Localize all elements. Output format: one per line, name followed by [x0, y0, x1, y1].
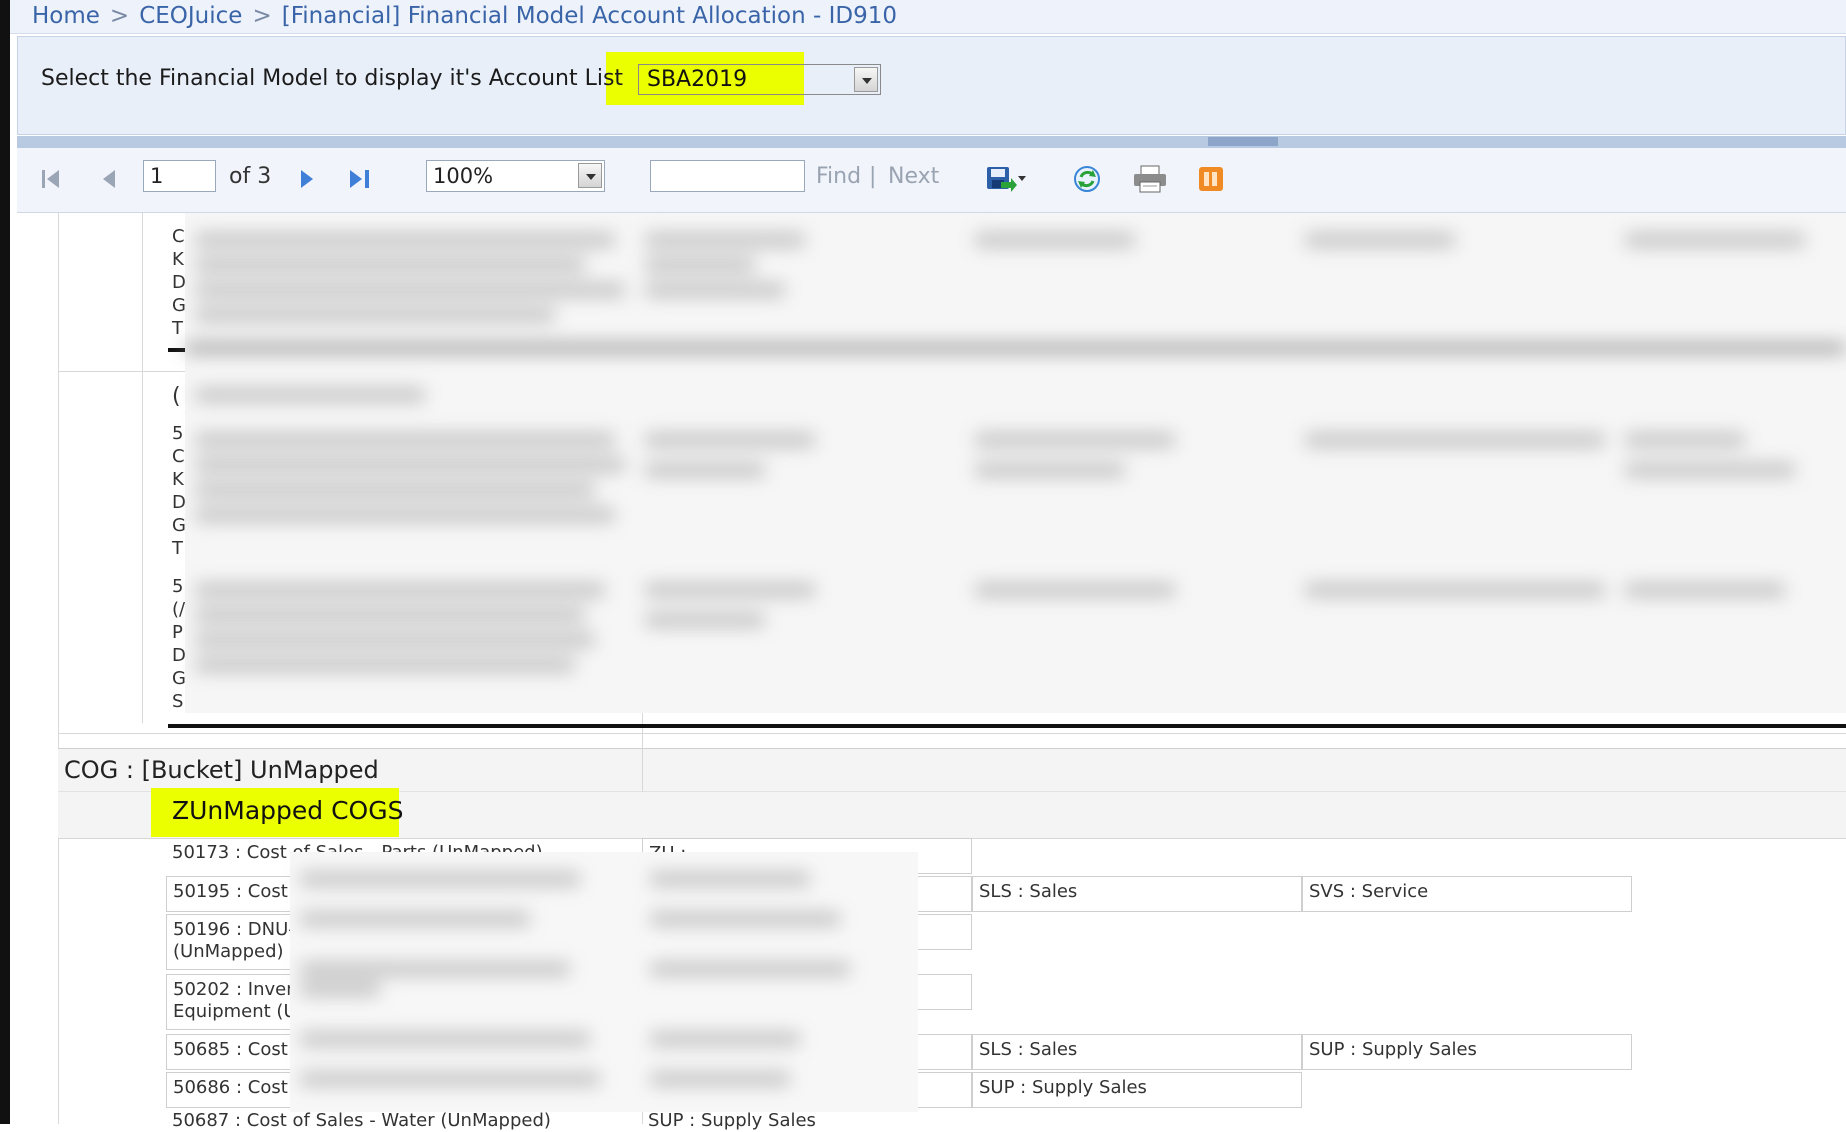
breadcrumb-current-page: [Financial] Financial Model Account Allo… — [281, 3, 897, 29]
find-separator: | — [869, 164, 877, 189]
account-letter: G — [172, 295, 186, 316]
account-letter: 5 — [172, 423, 184, 444]
grid-line — [142, 213, 143, 723]
splitter-grip-icon[interactable] — [1208, 137, 1278, 146]
previous-page-icon[interactable] — [95, 164, 125, 194]
mapping-value: SUP : Supply Sales — [648, 1110, 816, 1131]
mapping-cell: SUP : Supply Sales — [1302, 1034, 1632, 1070]
account-letter: (/ — [172, 599, 186, 620]
page-count: of 3 — [229, 164, 272, 189]
breadcrumb-separator: > — [109, 3, 130, 29]
financial-model-label: Select the Financial Model to display it… — [41, 66, 624, 91]
account-letter: K — [172, 469, 184, 490]
refresh-icon[interactable] — [1072, 164, 1102, 194]
account-letter: D — [172, 645, 186, 666]
zoom-select[interactable]: 100% — [426, 160, 605, 192]
grid-line — [58, 733, 1846, 734]
account-code: 50687 : Cost of Sales - Water (UnMapped) — [172, 1110, 551, 1131]
breadcrumb: Home > CEOJuice > [Financial] Financial Mode… — [10, 0, 1846, 34]
chevron-down-icon[interactable] — [578, 163, 602, 188]
bucket-label: COG : [Bucket] UnMapped — [64, 756, 379, 784]
mapping-cell: SLS : Sales — [972, 1034, 1302, 1070]
breadcrumb-app-link[interactable]: CEOJuice — [139, 3, 242, 29]
account-letter: ( — [172, 384, 181, 409]
account-letter: D — [172, 492, 186, 513]
print-icon[interactable] — [1132, 164, 1168, 194]
account-letter: T — [172, 318, 183, 339]
financial-model-select[interactable]: SBA2019 — [638, 64, 881, 95]
financial-model-value: SBA2019 — [647, 67, 748, 92]
mapping-cell: SUP : Supply Sales — [972, 1072, 1302, 1108]
zoom-value: 100% — [433, 164, 494, 188]
window-left-edge — [0, 0, 10, 1124]
data-feed-icon[interactable] — [1196, 164, 1226, 194]
account-letter: G — [172, 515, 186, 536]
redacted-content — [290, 852, 918, 1112]
mapping-cell: SLS : Sales — [972, 876, 1302, 912]
account-letter: S — [172, 691, 184, 712]
find-input[interactable] — [650, 160, 805, 192]
breadcrumb-home-link[interactable]: Home — [32, 3, 100, 29]
account-letter: 5 — [172, 576, 184, 597]
last-page-icon[interactable] — [344, 164, 374, 194]
mapping-cell: SVS : Service — [1302, 876, 1632, 912]
group-label: ZUnMapped COGS — [172, 796, 404, 825]
account-letter: C — [172, 226, 185, 247]
account-letter: T — [172, 538, 183, 559]
account-letter: C — [172, 446, 185, 467]
next-page-icon[interactable] — [292, 164, 322, 194]
grid-line — [58, 213, 59, 1124]
account-letter: D — [172, 272, 186, 293]
parameter-splitter[interactable] — [17, 136, 1846, 148]
find-link[interactable]: Find — [816, 164, 861, 189]
account-letter: P — [172, 622, 183, 643]
account-letter: K — [172, 249, 184, 270]
next-link[interactable]: Next — [888, 164, 939, 189]
account-letter: G — [172, 668, 186, 689]
page-number-input[interactable]: 1 — [143, 160, 216, 192]
breadcrumb-separator: > — [252, 3, 272, 29]
export-save-icon[interactable] — [985, 164, 1027, 194]
redacted-content — [185, 213, 1846, 713]
chevron-down-icon[interactable] — [854, 67, 878, 92]
first-page-icon[interactable] — [37, 164, 67, 194]
section-divider — [168, 724, 1846, 728]
